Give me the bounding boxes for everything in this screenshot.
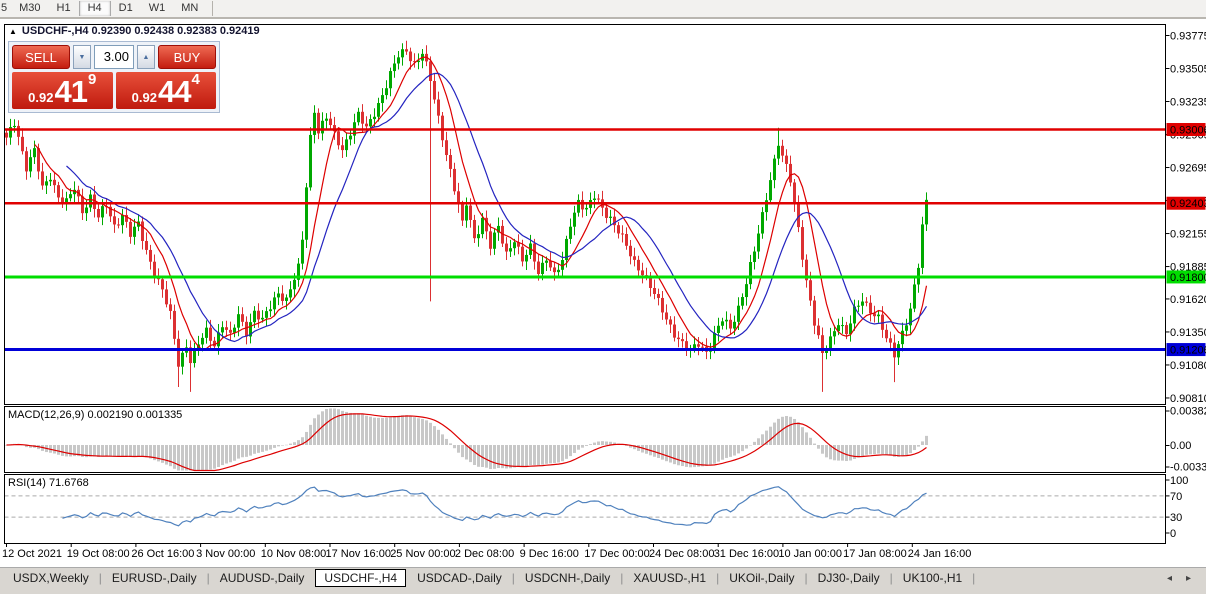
tab-scroll-right-icon[interactable]: ▸: [1179, 573, 1198, 584]
date-tick: 10 Nov 08:00: [261, 548, 326, 560]
date-tick: 25 Nov 00:00: [390, 548, 455, 560]
macd-tick: 0.00: [1170, 440, 1191, 452]
date-tick: 10 Jan 00:00: [778, 548, 842, 560]
collapse-triangle-icon[interactable]: ▲: [9, 27, 17, 36]
date-tick: 12 Oct 2021: [2, 548, 62, 560]
price-badge-text: 0.92403: [1170, 198, 1206, 210]
date-tick: 3 Nov 00:00: [196, 548, 255, 560]
timeframe-button-d1[interactable]: D1: [111, 1, 141, 16]
timeframe-button-5[interactable]: 5: [0, 1, 11, 16]
price-tick: 0.90810: [1170, 393, 1206, 405]
chart-tab-usdx[interactable]: USDX,Weekly: [4, 570, 98, 586]
quote-low: 0.92383: [177, 25, 217, 37]
quote-high: 0.92438: [134, 25, 174, 37]
sell-price-panel[interactable]: 0.92419: [12, 72, 113, 109]
sell-price-prefix: 0.92: [28, 88, 53, 107]
sell-button[interactable]: SELL: [12, 45, 70, 69]
sell-price-big: 41: [54, 77, 86, 107]
chart-area: 0.937750.935050.932350.929650.926950.924…: [0, 19, 1206, 567]
chart-tab-uk100-[interactable]: UK100-,H1: [894, 570, 971, 586]
rsi-tick: 0: [1170, 528, 1176, 540]
macd-label: MACD(12,26,9) 0.002190 0.001335: [8, 409, 182, 421]
macd-tick: 0.00382: [1170, 406, 1206, 418]
rsi-label: RSI(14) 71.6768: [8, 477, 89, 489]
date-tick: 31 Dec 16:00: [714, 548, 779, 560]
rsi-value: 71.6768: [49, 477, 89, 489]
status-bar: [0, 588, 1206, 594]
chart-tab-xauusd-[interactable]: XAUUSD-,H1: [624, 570, 715, 586]
symbol-label: USDCHF-,H4: [22, 25, 89, 37]
macd-values: 0.002190 0.001335: [87, 409, 182, 421]
date-tick: 2 Dec 08:00: [455, 548, 514, 560]
timeframe-button-m30[interactable]: M30: [11, 1, 48, 16]
price-tick: 0.93505: [1170, 64, 1206, 76]
buy-button[interactable]: BUY: [158, 45, 216, 69]
price-tick: 0.92695: [1170, 163, 1206, 175]
price-tick: 0.93235: [1170, 97, 1206, 109]
quote-open: 0.92390: [92, 25, 132, 37]
chart-tab-ukoil-[interactable]: UKOil-,Daily: [720, 570, 803, 586]
price-tick: 0.92155: [1170, 229, 1206, 241]
chart-quote-header: ▲ USDCHF-,H40.923900.924380.923830.92419: [9, 25, 267, 37]
timeframe-toolbar: 5M30H1H4D1W1MN: [0, 0, 1206, 19]
date-tick: 24 Dec 08:00: [649, 548, 714, 560]
timeframe-button-h4[interactable]: H4: [79, 1, 111, 16]
macd-signal-line: [7, 414, 927, 471]
rsi-tick: 100: [1170, 475, 1188, 487]
price-badge-text: 0.91206: [1170, 345, 1206, 357]
timeframe-button-h1[interactable]: H1: [49, 1, 79, 16]
quote-close: 0.92419: [220, 25, 260, 37]
date-tick: 26 Oct 16:00: [131, 548, 194, 560]
price-tick: 0.93775: [1170, 31, 1206, 43]
volume-increase-button[interactable]: ▲: [137, 45, 155, 69]
price-tick: 0.91350: [1170, 327, 1206, 339]
rsi-tick: 70: [1170, 491, 1182, 503]
price-badge-text: 0.93006: [1170, 125, 1206, 137]
toolbar-separator: [212, 1, 213, 16]
date-tick: 17 Jan 08:00: [843, 548, 907, 560]
timeframe-button-w1[interactable]: W1: [141, 1, 174, 16]
buy-price-big: 44: [158, 77, 190, 107]
price-tick: 0.91080: [1170, 360, 1206, 372]
chart-tab-audusd-[interactable]: AUDUSD-,Daily: [211, 570, 314, 586]
rsi-tick: 30: [1170, 512, 1182, 524]
macd-tick: -0.0033: [1170, 462, 1206, 474]
volume-input[interactable]: 3.00: [94, 45, 134, 69]
rsi-frame: [5, 475, 1166, 544]
chart-tab-usdchf-[interactable]: USDCHF-,H4: [315, 569, 406, 587]
macd-name: MACD(12,26,9): [8, 409, 84, 421]
rsi-line: [63, 487, 927, 526]
chart-tab-eurusd-[interactable]: EURUSD-,Daily: [103, 570, 206, 586]
volume-decrease-button[interactable]: ▼: [73, 45, 91, 69]
tab-scroll-left-icon[interactable]: ◂: [1160, 573, 1179, 584]
date-tick: 24 Jan 16:00: [908, 548, 972, 560]
tab-separator: |: [971, 571, 976, 585]
chart-tab-usdcnh-[interactable]: USDCNH-,Daily: [516, 570, 619, 586]
price-tick: 0.91620: [1170, 294, 1206, 306]
rsi-name: RSI(14): [8, 477, 46, 489]
date-tick: 9 Dec 16:00: [520, 548, 579, 560]
buy-price-panel[interactable]: 0.92444: [116, 72, 217, 109]
date-tick: 17 Dec 00:00: [584, 548, 649, 560]
buy-price-sup: 4: [191, 73, 199, 87]
chart-tab-dj30-[interactable]: DJ30-,Daily: [809, 570, 889, 586]
one-click-trading-widget: SELL ▼ 3.00 ▲ BUY 0.92419 0.92444: [8, 41, 220, 113]
chart-tab-bar: USDX,Weekly|EURUSD-,Daily|AUDUSD-,DailyU…: [0, 567, 1206, 588]
date-tick: 19 Oct 08:00: [67, 548, 130, 560]
chart-tab-usdcad-[interactable]: USDCAD-,Daily: [408, 570, 511, 586]
price-badge-text: 0.91800: [1170, 272, 1206, 284]
date-tick: 17 Nov 16:00: [326, 548, 391, 560]
tab-scroll-arrows: ◂▸: [1160, 573, 1198, 584]
terminal-window: 5M30H1H4D1W1MN 0.93775 0.93505 0.93235 0.92…: [0, 0, 1206, 591]
buy-price-prefix: 0.92: [132, 88, 157, 107]
timeframe-button-mn[interactable]: MN: [173, 1, 206, 16]
sell-price-sup: 9: [88, 73, 96, 87]
